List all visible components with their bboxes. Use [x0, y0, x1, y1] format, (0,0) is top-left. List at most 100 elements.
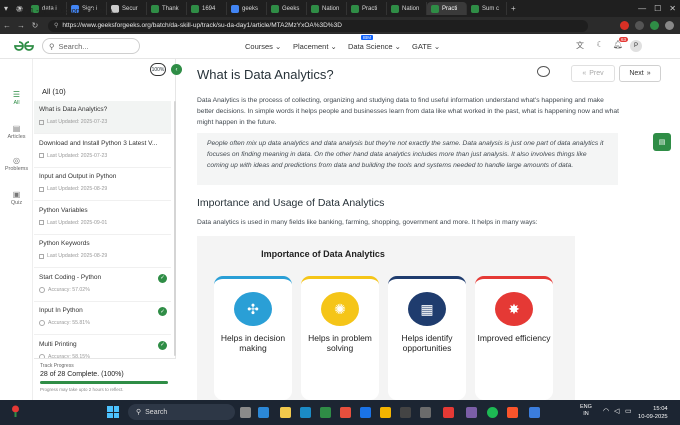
app-icon[interactable]: [466, 407, 477, 418]
time: 15:04: [653, 406, 668, 412]
app-icon[interactable]: [320, 407, 331, 418]
calendar-icon: [39, 186, 44, 192]
app-icon[interactable]: [400, 407, 411, 418]
lesson-item[interactable]: What is Data Analytics? Last Updated: 202…: [34, 101, 171, 134]
quote-block: People often mix up data analytics and d…: [197, 133, 618, 185]
lesson-title: Download and Install Python 3 Latest V..…: [39, 139, 158, 147]
clock[interactable]: 15:04 10-09-2025: [638, 405, 668, 421]
reload-icon[interactable]: ↻: [28, 21, 42, 30]
browser-tab[interactable]: Practi: [347, 2, 387, 15]
chevron-down-icon: ⌄: [394, 42, 401, 51]
back-icon[interactable]: ←: [0, 21, 14, 30]
spotify-icon[interactable]: [487, 407, 498, 418]
prev-button[interactable]: « Prev: [571, 65, 615, 82]
tab-label: 1694: [202, 5, 216, 12]
lesson-meta: Last Updated: 2025-08-29: [47, 253, 108, 259]
browser-tab[interactable]: Practi: [427, 2, 467, 15]
extension-icon[interactable]: [650, 21, 659, 30]
next-button[interactable]: Next »: [619, 65, 661, 82]
maximize-icon[interactable]: ☐: [650, 4, 665, 13]
chevron-left-icon[interactable]: ‹: [8, 6, 11, 15]
brave-icon[interactable]: [507, 407, 518, 418]
prev-label: Prev: [589, 70, 604, 77]
menu-courses[interactable]: Courses ⌄: [245, 42, 281, 51]
vscode-icon[interactable]: [258, 407, 269, 418]
tab-label: Sum c: [482, 5, 500, 12]
lesson-title: Multi Printing: [39, 340, 77, 348]
avatar[interactable]: P: [630, 40, 642, 52]
quiz-icon: ▣: [12, 190, 21, 199]
browser-tab[interactable]: geeks: [227, 2, 267, 15]
browser-tab[interactable]: Nation: [387, 2, 427, 15]
calendar-icon: [39, 220, 44, 225]
edge-icon[interactable]: [300, 407, 311, 418]
browser-tab[interactable]: Nation: [307, 2, 347, 15]
site-info-icon[interactable]: ⚲: [54, 22, 58, 29]
extension-icon[interactable]: [620, 21, 629, 30]
app-icon[interactable]: [443, 407, 454, 418]
dark-mode-icon[interactable]: ☾: [594, 40, 606, 52]
card-text: Helps in decision making: [220, 333, 286, 353]
translate-icon[interactable]: 文: [574, 40, 586, 52]
lang: ENG: [580, 404, 592, 410]
next-label: Next: [629, 70, 644, 77]
menu-gate[interactable]: GATE ⌄: [412, 42, 440, 51]
section-paragraph: Data analytics is used in many fields li…: [197, 219, 538, 226]
app-icon[interactable]: [529, 407, 540, 418]
quote-text: People often mix up data analytics and d…: [207, 140, 604, 169]
lesson-item[interactable]: Input and Output in Python Last Updated: …: [34, 168, 171, 201]
lesson-title: Input and Output in Python: [39, 173, 117, 180]
comment-icon[interactable]: [537, 66, 550, 77]
search-input[interactable]: ⚲ Search...: [42, 38, 140, 54]
weather-icon[interactable]: [9, 404, 22, 418]
volume-icon[interactable]: ◁: [614, 407, 619, 415]
bookmark-star-icon[interactable]: [635, 21, 644, 30]
rail-item-problems[interactable]: ◎ Problems: [0, 156, 33, 172]
lesson-item[interactable]: Download and Install Python 3 Latest V..…: [34, 135, 171, 168]
menu-data-science[interactable]: Data Science ⌄: [348, 42, 401, 51]
forward-icon[interactable]: →: [14, 21, 28, 30]
url-text: https://www.geeksforgeeks.org/batch/da-s…: [62, 22, 342, 29]
taskbar-search[interactable]: ⚲ Search: [128, 404, 235, 420]
github-icon[interactable]: [420, 407, 431, 418]
check-icon: ✓: [158, 340, 167, 350]
task-view-icon[interactable]: [240, 407, 251, 418]
lesson-item[interactable]: Python Keywords Last Updated: 2025-08-29: [34, 235, 171, 268]
lesson-item[interactable]: Input In Python Accuracy: 55.81% ✓: [34, 302, 171, 335]
browser-tab[interactable]: Geeks: [267, 2, 307, 15]
lesson-item[interactable]: Start Coding - Python Accuracy: 57.02% ✓: [34, 269, 171, 302]
chrome-icon[interactable]: [380, 407, 391, 418]
start-button[interactable]: [107, 406, 119, 418]
close-window-icon[interactable]: ✕: [665, 4, 680, 13]
file-explorer-icon[interactable]: [280, 407, 291, 418]
problems-icon: ◎: [13, 156, 20, 165]
tab-label: Nation: [322, 5, 340, 12]
progress-value: 28 of 28 Complete. (100%): [40, 371, 124, 378]
menu-kebab-icon[interactable]: [665, 21, 674, 30]
battery-icon[interactable]: ▭: [625, 407, 632, 415]
rail-item-articles[interactable]: ▤ Articles: [0, 124, 33, 140]
new-tab-button[interactable]: +: [507, 4, 520, 13]
rail-item-quiz[interactable]: ▣ Quiz: [0, 190, 33, 206]
collapse-sidebar-button[interactable]: ‹: [171, 64, 182, 75]
gear-icon: ✸: [495, 292, 533, 326]
wifi-icon[interactable]: ◠: [603, 407, 609, 415]
chat-icon[interactable]: ▤: [653, 133, 671, 151]
menu-placement[interactable]: Placement ⌄: [293, 42, 337, 51]
lesson-item[interactable]: Python Variables Last Updated: 2025-09-01: [34, 202, 171, 235]
course-title[interactable]: ‹ Day 1 - Introduction to Data A...: [8, 6, 158, 15]
lesson-meta: Last Updated: 2025-07-23: [47, 152, 108, 159]
app-icon[interactable]: [360, 407, 371, 418]
browser-tab[interactable]: Sum c: [467, 2, 507, 15]
date: 10-09-2025: [638, 414, 668, 420]
intro-paragraph: Data Analytics is the process of collect…: [197, 97, 619, 126]
sidebar-scrollbar[interactable]: [174, 101, 176, 356]
browser-tab[interactable]: 1694: [187, 2, 227, 15]
gfg-logo[interactable]: [12, 40, 36, 55]
app-icon[interactable]: [340, 407, 351, 418]
menu-label: Placement: [293, 42, 329, 51]
url-field[interactable]: ⚲ https://www.geeksforgeeks.org/batch/da…: [48, 19, 588, 32]
minimize-icon[interactable]: —: [634, 4, 650, 13]
rail-item-all[interactable]: ☰ All: [0, 90, 33, 106]
language-indicator[interactable]: ENG IN: [580, 404, 592, 418]
